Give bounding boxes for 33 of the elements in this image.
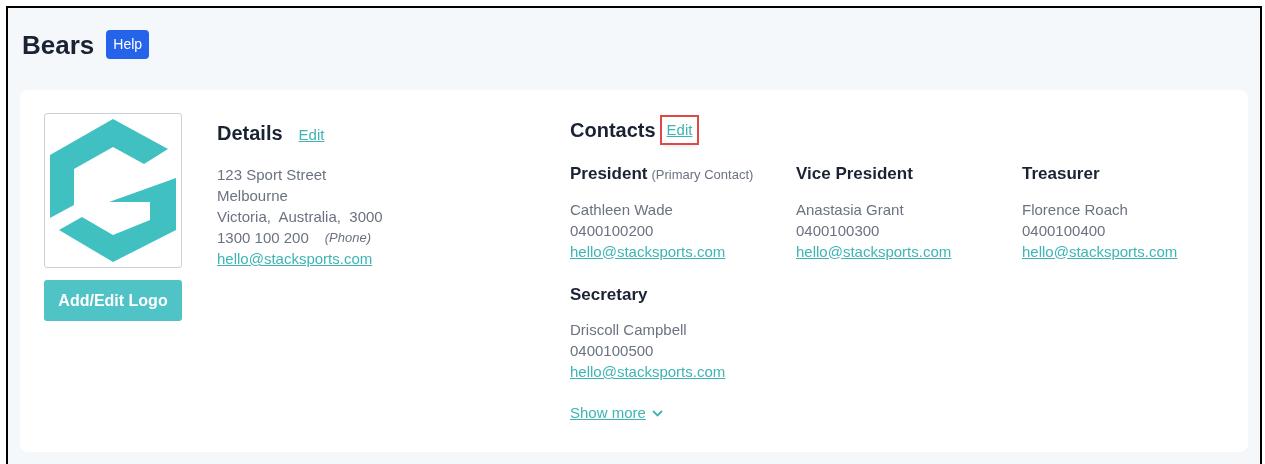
phone-label: (Phone): [324, 229, 371, 247]
email-link[interactable]: hello@stacksports.com: [796, 242, 952, 260]
contact-role: Treasurer: [1022, 163, 1100, 185]
edit-link[interactable]: Edit: [298, 124, 325, 147]
logo-icon: [50, 119, 176, 262]
help-button[interactable]: Help: [106, 30, 150, 59]
address-line: Melbourne: [217, 186, 289, 206]
address-line: 123 Sport Street: [217, 165, 328, 185]
section-title: Details: [217, 121, 283, 146]
page-title: Bears: [22, 31, 95, 58]
contact-role: Secretary: [570, 283, 648, 306]
address-line: Victoria, Australia, 3000: [217, 207, 384, 227]
contact-name: Florence Roach: [1022, 199, 1129, 220]
contact-role: Vice President: [796, 163, 913, 185]
email-link[interactable]: hello@stacksports.com: [570, 242, 726, 260]
contact-note: (Primary Contact): [651, 166, 754, 184]
contact-phone: 0400100500: [570, 341, 655, 361]
contact-role: President: [570, 163, 648, 185]
edit-link[interactable]: Edit: [661, 116, 698, 144]
add-edit-logo-button[interactable]: Add/Edit Logo: [44, 280, 182, 321]
chevron-down-icon: [651, 409, 663, 417]
email-link[interactable]: hello@stacksports.com: [570, 363, 726, 380]
phone-number: 1300 100 200: [217, 228, 309, 248]
contact-name: Cathleen Wade: [570, 199, 674, 220]
email-link[interactable]: hello@stacksports.com: [217, 250, 373, 267]
contact-phone: 0400100400: [1022, 220, 1107, 241]
section-title: Contacts: [570, 118, 656, 143]
email-link[interactable]: hello@stacksports.com: [1022, 242, 1178, 260]
contact-name: Driscoll Campbell: [570, 320, 688, 340]
contact-phone: 0400100300: [796, 220, 881, 241]
show-more-link[interactable]: Show more: [570, 402, 663, 425]
contact-name: Anastasia Grant: [796, 199, 905, 220]
contact-phone: 0400100200: [570, 220, 655, 241]
